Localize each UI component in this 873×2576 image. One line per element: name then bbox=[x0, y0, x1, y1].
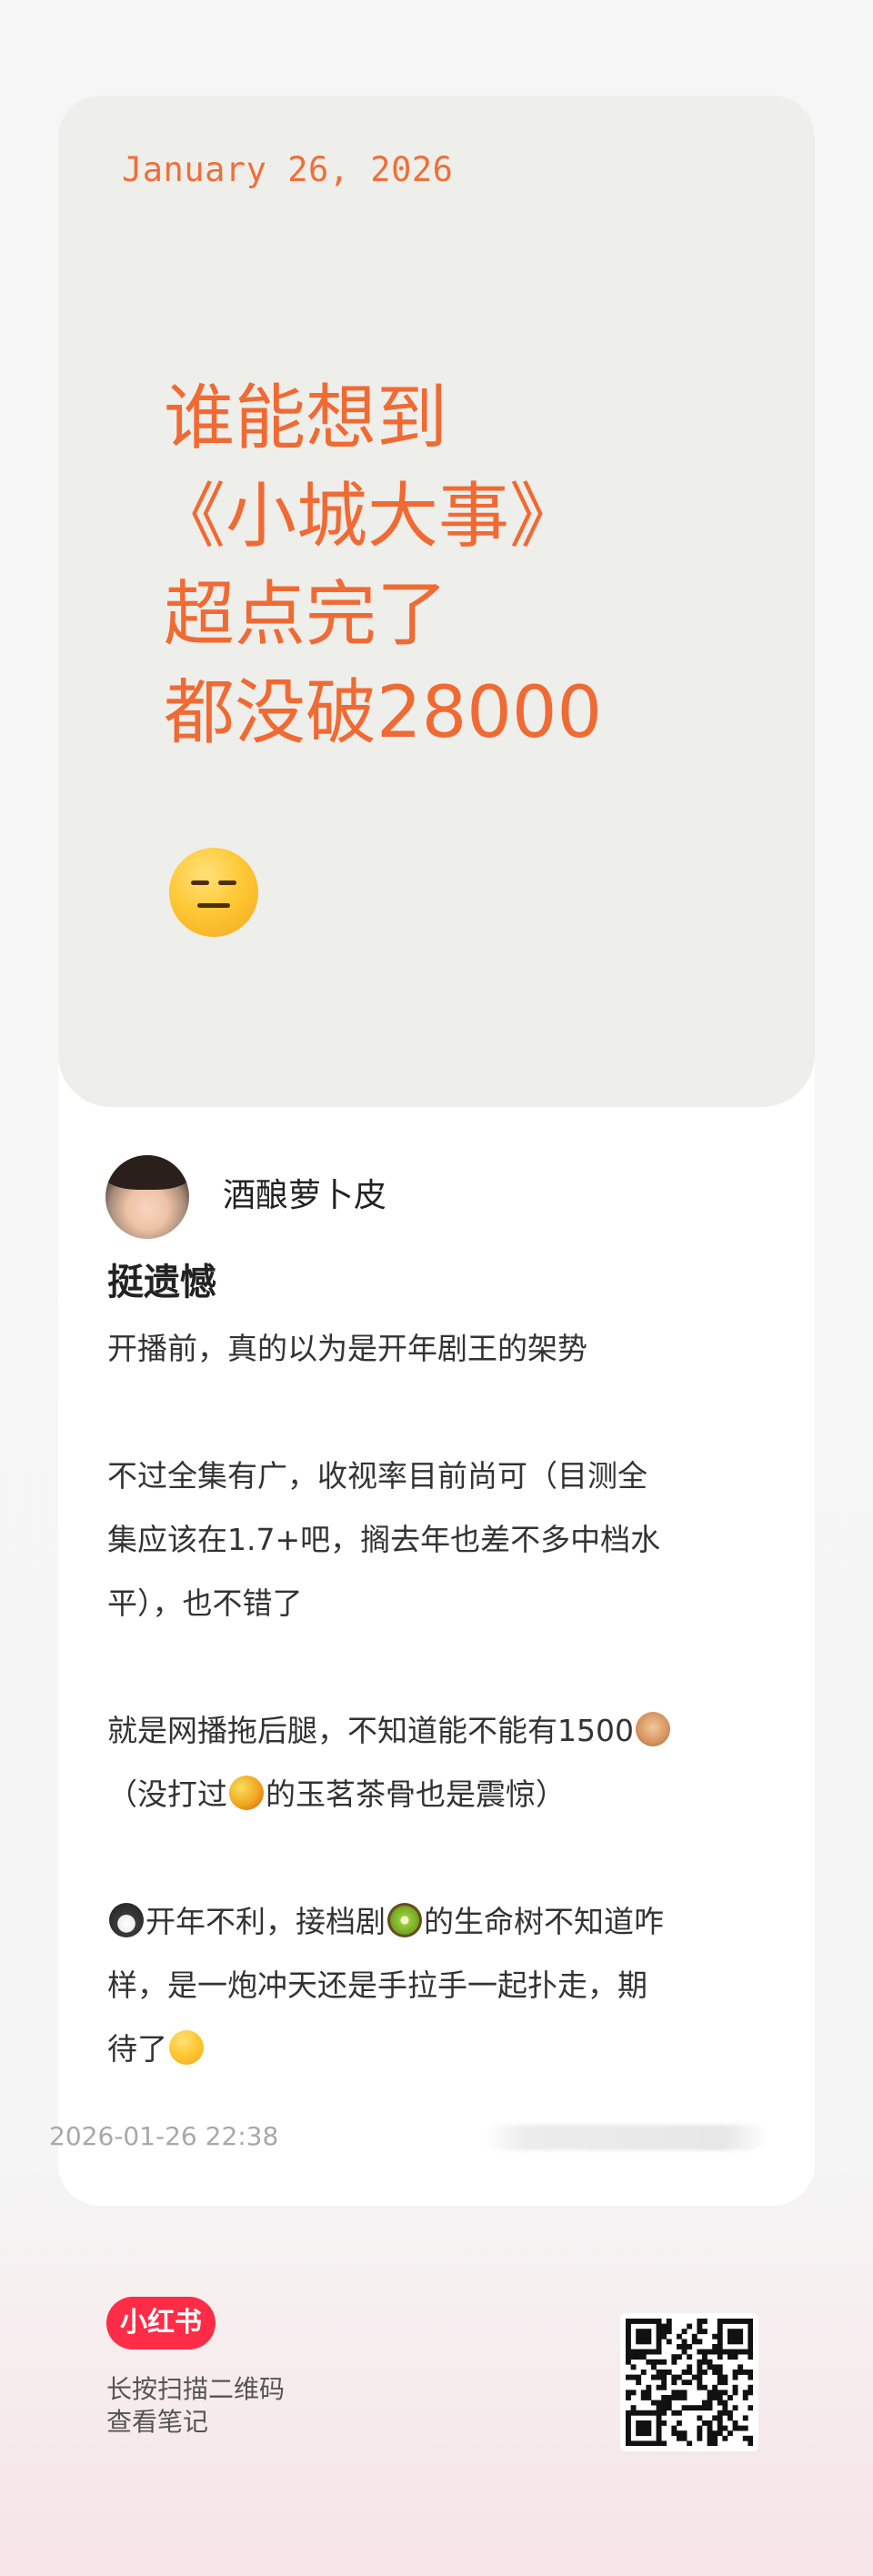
body-line: 开年不利，接档剧 的生命树不知道咋 bbox=[107, 1890, 798, 1954]
brand-logo: 小红书 bbox=[106, 2297, 216, 2350]
body-line: 样，是一炮冲天还是手拉手一起扑走，期 bbox=[107, 1967, 647, 2003]
body-line: 待了 bbox=[107, 2018, 798, 2081]
body-line: 集应该在1.7+吧，搁去年也差不多中档水 bbox=[107, 1522, 661, 1557]
blurred-stats bbox=[484, 2125, 768, 2150]
body-text: 的玉茗茶骨也是震惊） bbox=[266, 1776, 566, 1812]
headline-line: 都没破28000 bbox=[164, 672, 603, 754]
avatar[interactable] bbox=[105, 1155, 189, 1239]
thinking-face-icon bbox=[169, 2030, 204, 2065]
cover-headline: 谁能想到 《小城大事》 超点完了 都没破28000 bbox=[155, 369, 800, 762]
body-text: 就是网播拖后腿，不知道能不能有1500 bbox=[107, 1713, 634, 1748]
qr-code-graphic bbox=[626, 2319, 753, 2446]
cover-image: January 26, 2026 谁能想到 《小城大事》 超点完了 都没破280… bbox=[58, 96, 815, 1107]
scan-hint-line: 长按扫描二维码 bbox=[106, 2374, 286, 2404]
body-text: 待了 bbox=[107, 2031, 167, 2067]
body-line: 平），也不错了 bbox=[107, 1585, 303, 1621]
author-row[interactable]: 酒酿萝卜皮 bbox=[105, 1155, 742, 1243]
body-line: 就是网播拖后腿，不知道能不能有1500 bbox=[107, 1699, 798, 1763]
mango-icon bbox=[229, 1776, 264, 1810]
headline-line: 《小城大事》 bbox=[155, 476, 581, 558]
kiwi-icon bbox=[387, 1903, 422, 1937]
qr-code-icon[interactable] bbox=[620, 2313, 758, 2451]
penguin-icon bbox=[109, 1903, 144, 1937]
body-text: 开年不利，接档剧 bbox=[146, 1904, 386, 1939]
post-title: 挺遗憾 bbox=[107, 1262, 216, 1303]
cover-date: January 26, 2026 bbox=[122, 150, 454, 189]
body-text: 的生命树不知道咋 bbox=[424, 1904, 664, 1939]
headline-line: 超点完了 bbox=[164, 574, 448, 656]
body-text: （没打过 bbox=[107, 1776, 227, 1812]
post-date: 2026-01-26 22:38 bbox=[49, 2121, 279, 2151]
see-no-evil-monkey-icon bbox=[635, 1712, 670, 1746]
post-body: 开播前，真的以为是开年剧王的架势 不过全集有广，收视率目前尚可（目测全 集应该在… bbox=[107, 1317, 798, 2081]
headline-line: 谁能想到 bbox=[164, 377, 448, 459]
scan-hint: 长按扫描二维码 查看笔记 bbox=[106, 2373, 285, 2439]
body-line: （没打过 的玉茗茶骨也是震惊） bbox=[107, 1763, 798, 1826]
note-card: January 26, 2026 谁能想到 《小城大事》 超点完了 都没破280… bbox=[58, 96, 815, 2206]
body-line: 不过全集有广，收视率目前尚可（目测全 bbox=[107, 1458, 647, 1494]
expressionless-face-icon bbox=[169, 848, 258, 937]
author-name[interactable]: 酒酿萝卜皮 bbox=[223, 1173, 386, 1219]
scan-hint-line: 查看笔记 bbox=[106, 2407, 209, 2437]
body-line: 开播前，真的以为是开年剧王的架势 bbox=[107, 1331, 587, 1366]
